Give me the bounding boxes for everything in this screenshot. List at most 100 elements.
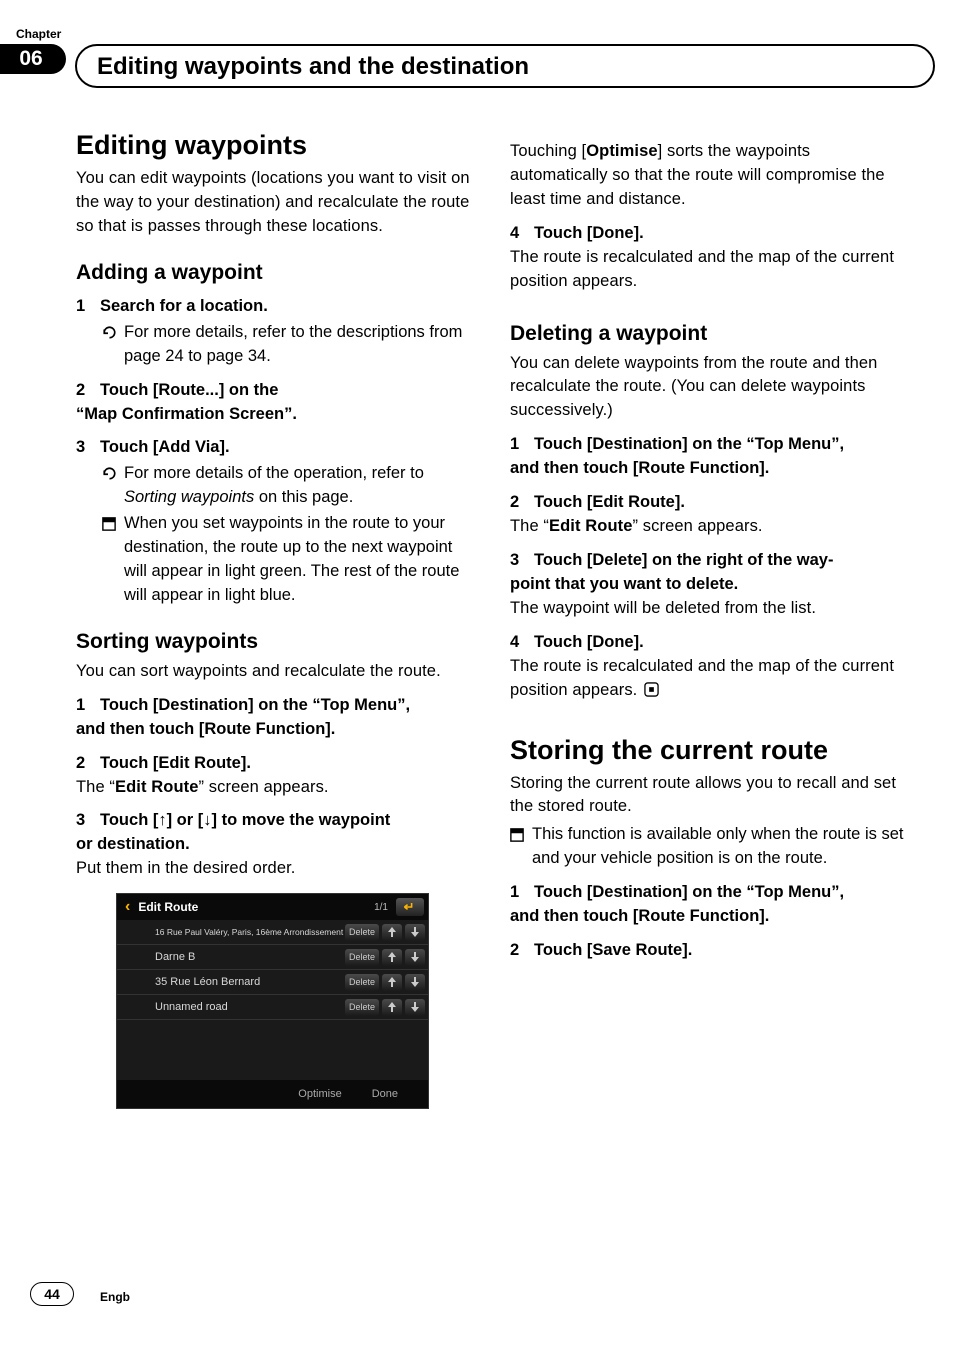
subheading-sorting-waypoints: Sorting waypoints [76, 630, 474, 654]
sort-step-3-a: Touch [↑] or [↓] to move the waypoint [100, 811, 390, 829]
subheading-deleting-waypoint: Deleting a waypoint [510, 322, 908, 346]
left-column: Editing waypoints You can edit waypoints… [76, 130, 474, 1109]
ss-row: 35 Rue Léon Bernard Delete [117, 970, 428, 995]
sorting-intro: You can sort waypoints and recalculate t… [76, 660, 474, 684]
del-step-3: 3Touch [Delete] on the right of the way- [510, 549, 908, 573]
step-3-text: Touch [Add Via]. [100, 438, 230, 456]
sort-step-1: 1Touch [Destination] on the “Top Menu”, [76, 694, 474, 718]
ss-row-text: Darne B [155, 951, 345, 963]
up-button[interactable] [382, 974, 402, 991]
chapter-label: Chapter [16, 27, 61, 41]
step-1-sub: For more details, refer to the descripti… [102, 321, 474, 369]
box-icon [510, 826, 524, 840]
section-editing-waypoints: Editing waypoints [76, 130, 474, 161]
delete-button[interactable]: Delete [345, 999, 379, 1016]
step-1-sub-text: For more details, refer to the descripti… [124, 323, 462, 365]
delete-button[interactable]: Delete [345, 974, 379, 991]
del-step-3-b: point that you want to delete. [510, 573, 908, 597]
del-step-3-body: The waypoint will be deleted from the li… [510, 597, 908, 621]
del-step-2: 2Touch [Edit Route]. [510, 491, 908, 515]
sort-step-3-b: or destination. [76, 833, 474, 857]
arrow-icon [102, 324, 116, 338]
ss-row-text: 16 Rue Paul Valéry, Paris, 16ème Arrondi… [155, 927, 345, 937]
step-3-sub1-b: Sorting waypoints [124, 488, 254, 506]
sort-step-2: 2Touch [Edit Route]. [76, 752, 474, 776]
step-3-sub2: When you set waypoints in the route to y… [102, 512, 474, 608]
store-step-1-a: Touch [Destination] on the “Top Menu”, [534, 883, 844, 901]
step-3-sub1-a: For more details of the operation, refer… [124, 464, 424, 482]
page-number: 44 [30, 1282, 74, 1306]
storing-note: This function is available only when the… [510, 823, 908, 871]
optimise-button[interactable]: Optimise [298, 1088, 341, 1100]
del-step-4: 4Touch [Done]. [510, 631, 908, 655]
storing-note-text: This function is available only when the… [532, 825, 903, 867]
ss-row-text: 35 Rue Léon Bernard [155, 976, 345, 988]
del-step-1-a: Touch [Destination] on the “Top Menu”, [534, 435, 844, 453]
down-button[interactable] [405, 974, 425, 991]
del-step-4-body: The route is recalculated and the map of… [510, 655, 908, 703]
del-step-3-a: Touch [Delete] on the right of the way- [534, 551, 833, 569]
store-step-2-text: Touch [Save Route]. [534, 941, 692, 959]
language-label: Engb [100, 1290, 130, 1304]
right-column: Touching [Optimise] sorts the waypoints … [510, 130, 908, 1109]
chapter-title: Editing waypoints and the destination [97, 53, 529, 81]
step-3-sub1-c: on this page. [254, 488, 353, 506]
delete-button[interactable]: Delete [345, 949, 379, 966]
step-3: 3Touch [Add Via]. [76, 436, 474, 460]
store-step-1-b: and then touch [Route Function]. [510, 905, 908, 929]
del-step-2-body: The “Edit Route” screen appears. [510, 515, 908, 539]
step-2: 2Touch [Route...] on the [76, 379, 474, 403]
section-storing-route: Storing the current route [510, 735, 908, 766]
ss-title: Edit Route [138, 900, 374, 914]
arrow-icon [102, 465, 116, 479]
sort-step-3: 3Touch [↑] or [↓] to move the waypoint [76, 809, 474, 833]
down-button[interactable] [405, 949, 425, 966]
del-step-2-text: Touch [Edit Route]. [534, 493, 685, 511]
ss-page: 1/1 [374, 902, 388, 913]
ss-row: Unnamed road Delete [117, 995, 428, 1020]
del-step-1-b: and then touch [Route Function]. [510, 457, 908, 481]
ss-row: Darne B Delete [117, 945, 428, 970]
sort-step-3-body: Put them in the desired order. [76, 857, 474, 881]
step-2-text-a: Touch [Route...] on the [100, 381, 278, 399]
up-button[interactable] [382, 949, 402, 966]
up-button[interactable] [382, 924, 402, 941]
ss-footer: Optimise Done [117, 1080, 428, 1108]
ss-row: 16 Rue Paul Valéry, Paris, 16ème Arrondi… [117, 920, 428, 945]
done-button[interactable]: Done [372, 1088, 398, 1100]
end-icon [644, 682, 659, 697]
delete-button[interactable]: Delete [345, 924, 379, 941]
intro-text: You can edit waypoints (locations you wa… [76, 167, 474, 239]
sort-step-2-text: Touch [Edit Route]. [100, 754, 251, 772]
sort-step-1-b: and then touch [Route Function]. [76, 718, 474, 742]
down-button[interactable] [405, 999, 425, 1016]
return-icon[interactable] [396, 898, 424, 916]
step-4-body: The route is recalculated and the map of… [510, 246, 908, 294]
sort-step-2-body: The “Edit Route” screen appears. [76, 776, 474, 800]
back-icon[interactable]: ‹ [121, 898, 134, 916]
step-3-sub2-text: When you set waypoints in the route to y… [124, 514, 459, 604]
ss-row-text: Unnamed road [155, 1001, 345, 1013]
down-button[interactable] [405, 924, 425, 941]
ss-header: ‹ Edit Route 1/1 [117, 894, 428, 920]
step-4-text: Touch [Done]. [534, 224, 644, 242]
up-button[interactable] [382, 999, 402, 1016]
del-step-1: 1Touch [Destination] on the “Top Menu”, [510, 433, 908, 457]
step-1-text: Search for a location. [100, 297, 268, 315]
chapter-number-badge: 06 [0, 44, 66, 74]
step-4: 4Touch [Done]. [510, 222, 908, 246]
chapter-title-pill: Editing waypoints and the destination [75, 44, 935, 88]
subheading-adding-waypoint: Adding a waypoint [76, 261, 474, 285]
storing-intro: Storing the current route allows you to … [510, 772, 908, 820]
store-step-2: 2Touch [Save Route]. [510, 939, 908, 963]
del-step-4-text: Touch [Done]. [534, 633, 644, 651]
sort-step-1-a: Touch [Destination] on the “Top Menu”, [100, 696, 410, 714]
step-3-sub1: For more details of the operation, refer… [102, 462, 474, 510]
optimise-text: Touching [Optimise] sorts the waypoints … [510, 140, 908, 212]
store-step-1: 1Touch [Destination] on the “Top Menu”, [510, 881, 908, 905]
deleting-intro: You can delete waypoints from the route … [510, 352, 908, 424]
box-icon [102, 515, 116, 529]
step-1: 1Search for a location. [76, 295, 474, 319]
step-2-cont: “Map Confirmation Screen”. [76, 403, 474, 427]
edit-route-screenshot: ‹ Edit Route 1/1 16 Rue Paul Valéry, Par… [116, 893, 429, 1109]
